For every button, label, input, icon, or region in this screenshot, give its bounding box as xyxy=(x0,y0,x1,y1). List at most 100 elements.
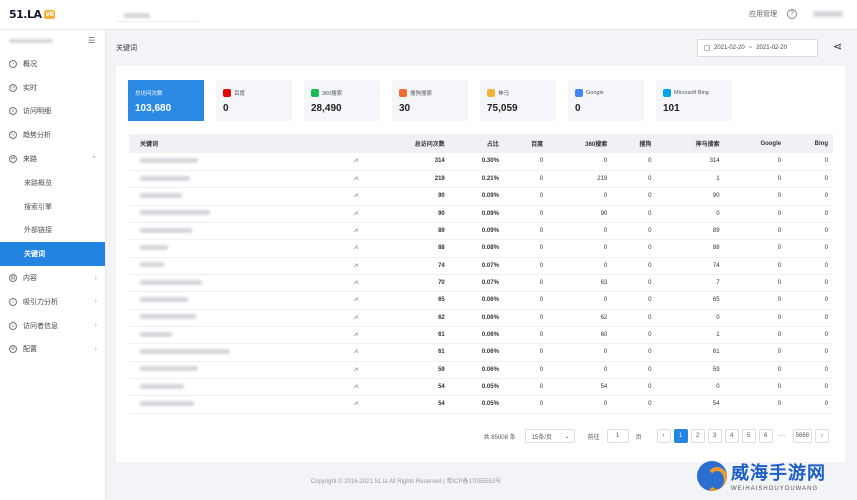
table-cell: 0 xyxy=(724,395,787,414)
sidebar-item-12[interactable]: ⚙ 配置 › xyxy=(0,338,105,362)
sidebar-item-11[interactable]: ☺ 访问者信息 › xyxy=(0,314,105,338)
table-cell: 0 xyxy=(612,309,657,327)
main-panel: 总访问次数 103,680 百度 0 360搜索 28,490 搜狗搜索 30 神马 75,059… xyxy=(116,66,845,462)
prev-page-button[interactable]: ‹ xyxy=(656,429,671,443)
project-selector[interactable] xyxy=(116,8,198,22)
page-button[interactable]: 5 xyxy=(741,429,756,443)
keyword-cell[interactable] xyxy=(129,274,342,293)
page-size-select[interactable]: 15条/页 ⌄ xyxy=(524,429,575,443)
engine-logo-icon xyxy=(399,88,407,97)
app-manage-link[interactable]: 应用管理 xyxy=(749,9,777,19)
summary-card[interactable]: Google 0 xyxy=(568,80,644,121)
keyword-cell[interactable] xyxy=(129,187,342,206)
trend-chart-icon[interactable]: ⩘ xyxy=(341,187,370,206)
table-cell: 90 xyxy=(548,205,613,223)
table-cell: 0 xyxy=(612,187,657,206)
keyword-cell[interactable] xyxy=(129,257,342,275)
keyword-cell[interactable] xyxy=(129,170,342,189)
next-page-button[interactable]: › xyxy=(815,429,829,443)
card-value: 0 xyxy=(223,103,229,114)
column-header[interactable]: 占比 xyxy=(449,134,504,153)
table-cell: 0 xyxy=(503,257,549,275)
trend-chart-icon[interactable]: ⩘ xyxy=(341,291,370,310)
column-header[interactable]: 总访问次数 xyxy=(369,134,450,153)
keyword-cell[interactable] xyxy=(129,309,342,327)
sidebar-item-8[interactable]: 关键词 xyxy=(0,242,105,267)
trend-chart-icon[interactable]: ⩘ xyxy=(341,361,370,379)
summary-card[interactable]: 搜狗搜索 30 xyxy=(392,80,468,121)
summary-card[interactable]: 总访问次数 103,680 xyxy=(128,80,204,121)
page-button[interactable]: 4 xyxy=(724,429,739,443)
keyword-cell[interactable] xyxy=(129,205,342,223)
keyword-cell[interactable] xyxy=(129,361,342,379)
date-range-picker[interactable]: 2021-02-20 ~ 2021-02-20 xyxy=(697,39,818,57)
keyword-cell[interactable] xyxy=(129,378,342,397)
goto-page-input[interactable]: 1 xyxy=(606,429,629,443)
sidebar-item-1[interactable]: ◷ 实时 xyxy=(0,76,105,100)
trend-chart-icon[interactable]: ⩘ xyxy=(341,170,370,189)
source-icon: ⇄ xyxy=(9,155,17,164)
column-header[interactable]: Google xyxy=(724,134,787,153)
sidebar-item-9[interactable]: ▤ 内容 › xyxy=(0,266,105,290)
page-button[interactable]: 2 xyxy=(690,429,705,443)
trend-chart-icon[interactable]: ⩘ xyxy=(341,395,370,414)
column-header[interactable]: 神马搜索 xyxy=(656,134,725,153)
sidebar-item-3[interactable]: ∿ 趋势分析 xyxy=(0,123,105,147)
keyword-cell[interactable] xyxy=(129,326,342,345)
card-label: Microsoft Bing xyxy=(674,89,709,96)
table-cell: 0 xyxy=(612,205,657,223)
page-button[interactable]: 1 xyxy=(673,429,688,443)
column-header[interactable]: 360搜索 xyxy=(548,134,613,153)
table-row: ⩘ 219 0.21% 0 219 0 1 0 0 xyxy=(129,170,833,189)
sidebar-item-label: 来路概览 xyxy=(24,179,52,187)
sidebar-item-5[interactable]: 来路概览 xyxy=(0,171,105,195)
keyword-cell[interactable] xyxy=(129,343,342,362)
trend-chart-icon[interactable]: ⩘ xyxy=(341,153,370,171)
page-button[interactable]: 6 xyxy=(758,429,773,443)
help-icon[interactable]: ? xyxy=(787,9,797,19)
keyword-cell[interactable] xyxy=(129,291,342,310)
column-header[interactable]: Bing xyxy=(786,134,833,153)
card-label: 神马 xyxy=(498,90,510,97)
page-button[interactable]: 3 xyxy=(707,429,722,443)
table-cell: 0.21% xyxy=(449,170,504,189)
trend-chart-icon[interactable]: ⩘ xyxy=(341,343,370,362)
trend-chart-icon[interactable]: ⩘ xyxy=(341,378,370,397)
summary-card[interactable]: Microsoft Bing 101 xyxy=(656,80,732,121)
trend-chart-icon[interactable]: ⩘ xyxy=(341,326,370,345)
menu-collapse-icon[interactable]: ☰ xyxy=(88,36,95,45)
table-cell: 0 xyxy=(548,239,613,258)
footer: Copyright © 2016-2021 51.la All Rights R… xyxy=(310,479,502,485)
keyword-cell[interactable] xyxy=(129,395,342,414)
keyword-cell[interactable] xyxy=(129,222,342,241)
table-cell: 0 xyxy=(503,274,549,293)
trend-chart-icon[interactable]: ⩘ xyxy=(341,274,370,293)
trend-chart-icon[interactable]: ⩘ xyxy=(341,205,370,223)
trend-chart-icon[interactable]: ⩘ xyxy=(341,309,370,327)
trend-chart-icon[interactable]: ⩘ xyxy=(341,257,370,275)
sidebar-item-label: 趋势分析 xyxy=(23,132,51,140)
sidebar-item-0[interactable]: ◔ 概况 xyxy=(0,52,105,76)
column-header[interactable]: 关键词 xyxy=(129,134,342,153)
keyword-cell[interactable] xyxy=(129,153,342,171)
chevron-right-icon: › xyxy=(94,345,97,353)
logo[interactable]: 51.LA V6 xyxy=(9,8,56,21)
trend-chart-icon[interactable]: ⩘ xyxy=(341,222,370,241)
page-button[interactable]: 5668 xyxy=(792,429,812,443)
sidebar-item-10[interactable]: ∩ 吸引力分析 › xyxy=(0,290,105,314)
column-header[interactable]: 搜狗 xyxy=(612,134,657,153)
table-cell: 0 xyxy=(724,222,787,241)
summary-card[interactable]: 360搜索 28,490 xyxy=(304,80,380,121)
summary-card[interactable]: 百度 0 xyxy=(216,80,292,121)
column-header[interactable]: 百度 xyxy=(503,134,549,153)
card-label: Google xyxy=(586,89,604,96)
sidebar-item-4[interactable]: ⇄ 来路 ⌃ xyxy=(0,147,105,171)
sidebar-item-7[interactable]: 外部链接 xyxy=(0,219,105,243)
keyword-cell[interactable] xyxy=(129,239,342,258)
trend-chart-icon[interactable]: ⩘ xyxy=(341,239,370,258)
summary-card[interactable]: 神马 75,059 xyxy=(480,80,556,121)
user-menu[interactable] xyxy=(813,11,843,17)
share-icon[interactable]: ⋖ xyxy=(833,40,842,53)
sidebar-item-2[interactable]: ≡ 访问明细 xyxy=(0,100,105,124)
sidebar-item-6[interactable]: 搜索引擎 xyxy=(0,195,105,219)
